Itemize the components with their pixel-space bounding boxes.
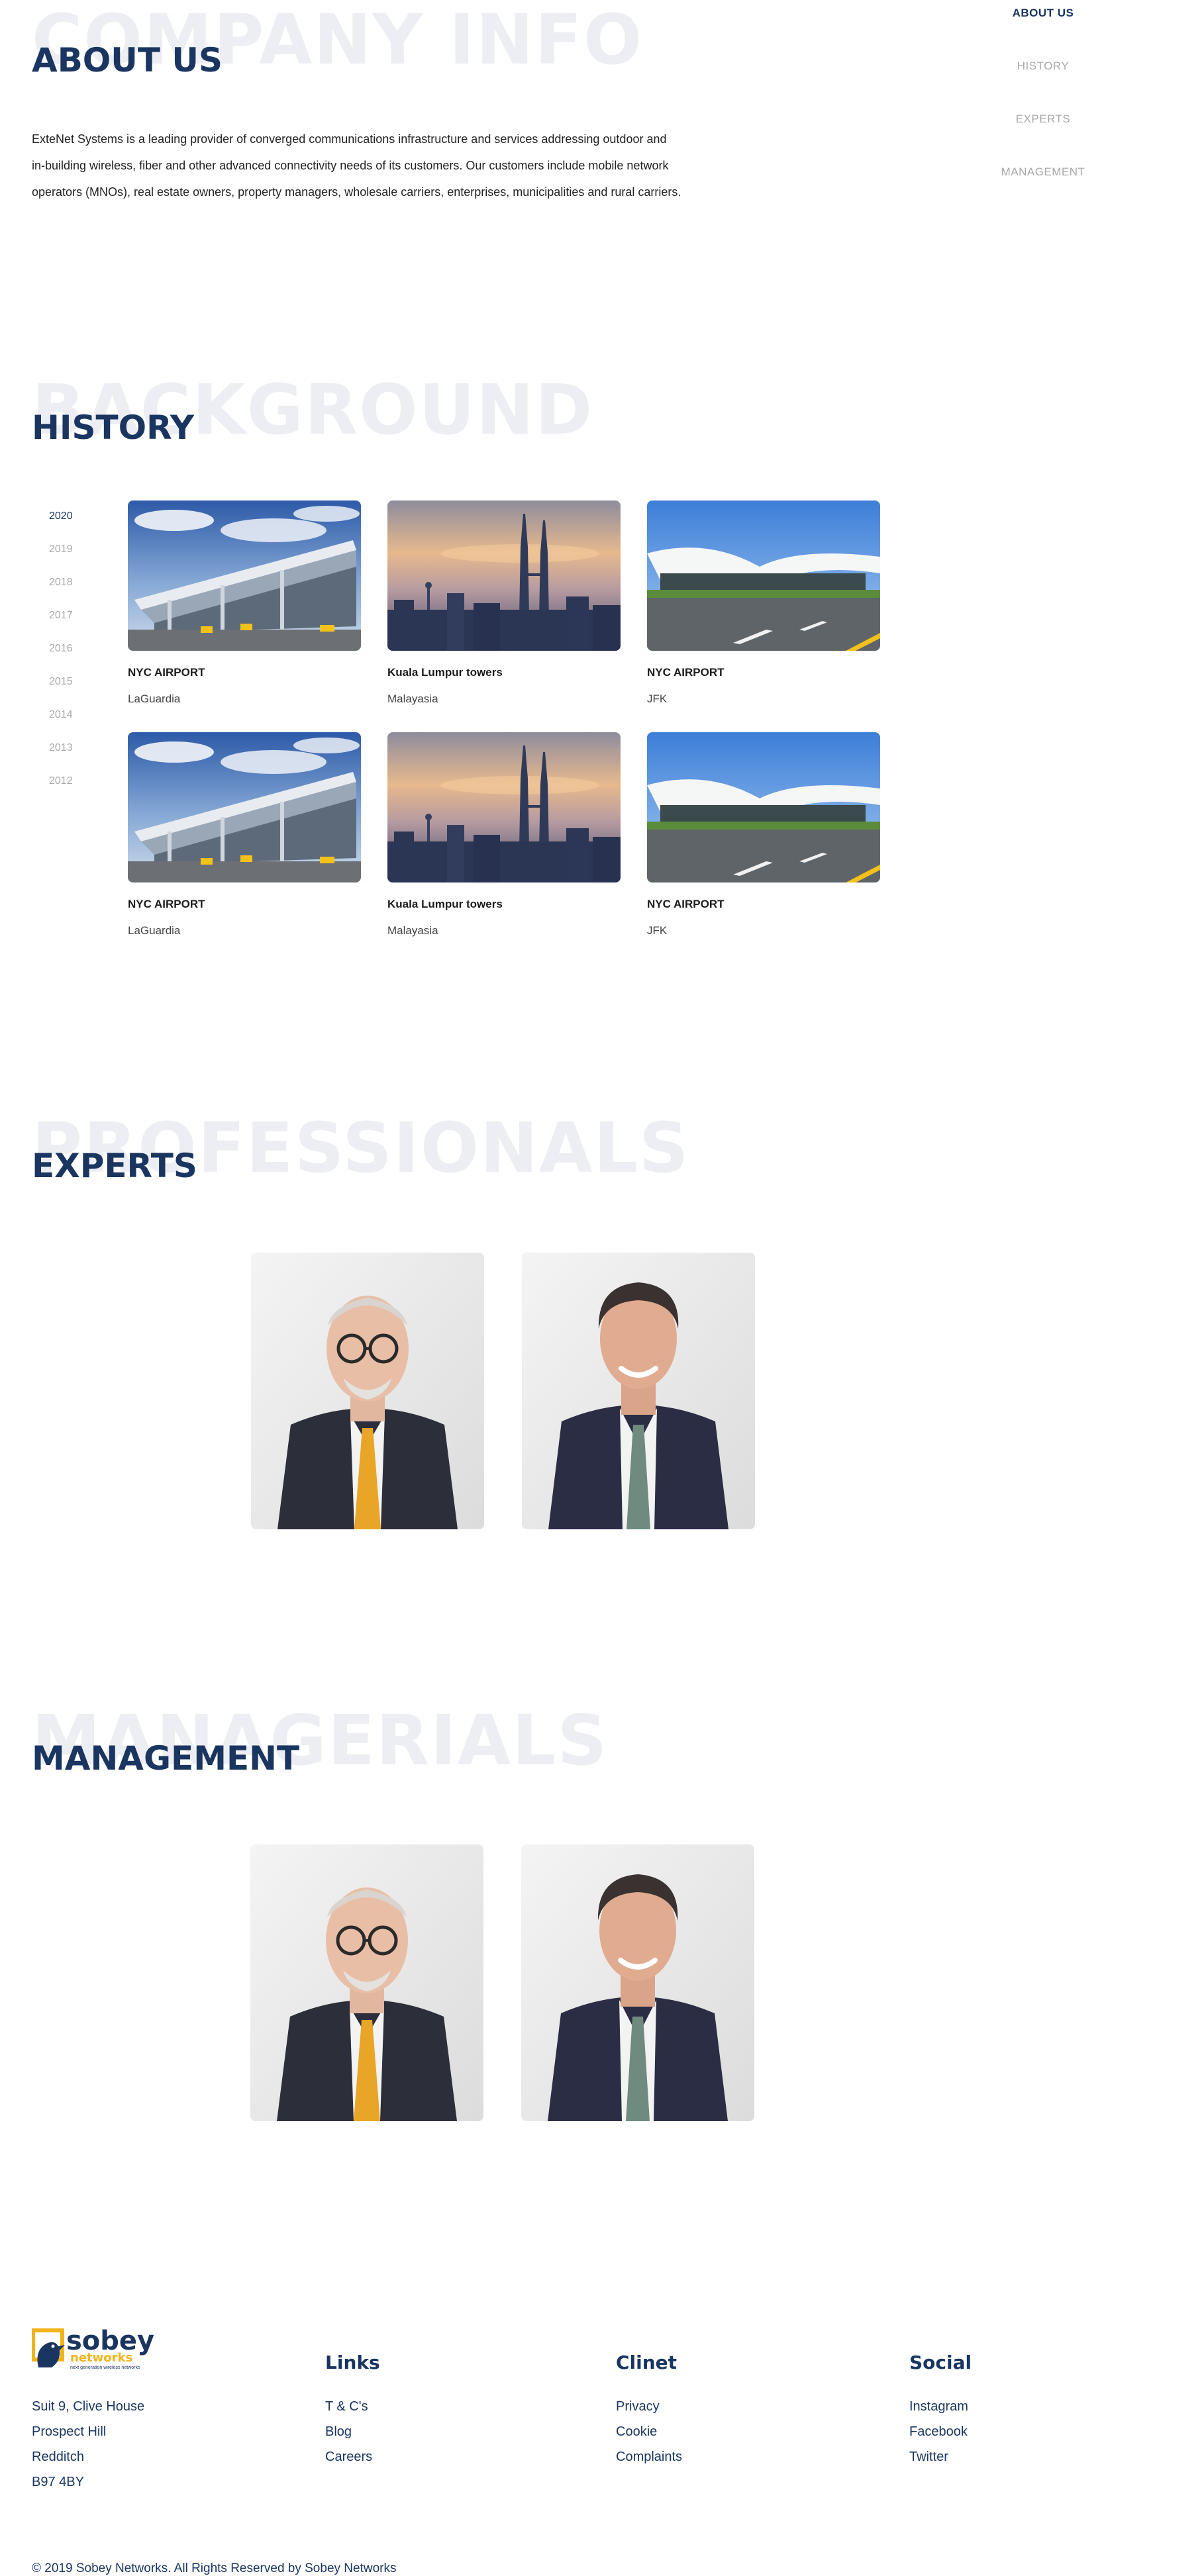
history-section: BACKGROUND HISTORY [32, 367, 893, 460]
footer-link-blog[interactable]: Blog [325, 2424, 352, 2440]
experts-heading: EXPERTS [32, 1147, 197, 1185]
nav-item-history[interactable]: HISTORY [980, 53, 1106, 106]
card-subtitle: Malayasia [387, 692, 438, 705]
airport-terminal-image [128, 732, 361, 883]
year-item[interactable]: 2013 [49, 735, 89, 768]
card-subtitle: Malayasia [387, 924, 438, 937]
year-item[interactable]: 2019 [49, 536, 89, 569]
history-heading: HISTORY [32, 408, 195, 447]
petronas-towers-image [387, 501, 621, 651]
card-title: Kuala Lumpur towers [387, 898, 503, 910]
year-item[interactable]: 2018 [49, 569, 89, 602]
petronas-towers-image [387, 732, 621, 883]
about-line: operators (MNOs), real estate owners, pr… [32, 185, 681, 199]
history-card[interactable]: Kuala Lumpur towers Malayasia [387, 501, 621, 705]
logo-mark-icon [32, 2328, 65, 2367]
year-item[interactable]: 2014 [49, 702, 89, 735]
footer-link-cookie[interactable]: Cookie [616, 2424, 657, 2440]
about-line: ExteNet Systems is a leading provider of… [32, 132, 667, 146]
logo-tagline: next generation wireless networks [70, 2365, 140, 2370]
history-card[interactable]: Kuala Lumpur towers Malayasia [387, 732, 621, 937]
nav-item-management[interactable]: MANAGEMENT [980, 159, 1106, 212]
section-nav: ABOUT US HISTORY EXPERTS MANAGEMENT [980, 0, 1106, 212]
airport-terminal-image [128, 501, 361, 651]
address-line: Suit 9, Clive House [32, 2399, 145, 2414]
card-title: Kuala Lumpur towers [387, 666, 503, 679]
management-section: MANAGERIALS MANAGEMENT [32, 1698, 893, 1791]
manager-portrait-younger-man[interactable] [521, 1844, 754, 2121]
year-item[interactable]: 2020 [49, 503, 89, 536]
history-card[interactable]: NYC AIRPORT LaGuardia [128, 732, 361, 937]
address-line: Prospect Hill [32, 2424, 107, 2439]
twa-terminal-image [647, 732, 880, 883]
card-subtitle: JFK [647, 924, 668, 937]
footer-client-title: Clinet [616, 2352, 677, 2373]
card-title: NYC AIRPORT [647, 666, 725, 679]
footer-link-terms[interactable]: T & C's [325, 2399, 368, 2414]
about-heading: ABOUT US [32, 41, 223, 79]
management-heading: MANAGEMENT [32, 1739, 300, 1778]
footer-link-careers[interactable]: Careers [325, 2450, 372, 2465]
about-text: ExteNet Systems is a leading provider of… [32, 126, 734, 205]
card-subtitle: LaGuardia [128, 692, 181, 705]
address-line: B97 4BY [32, 2475, 84, 2489]
footer-link-privacy[interactable]: Privacy [616, 2399, 660, 2414]
sobey-networks-logo[interactable]: sobey networks next generation wireless … [32, 2326, 158, 2373]
card-subtitle: JFK [647, 692, 668, 705]
history-card[interactable]: NYC AIRPORT JFK [647, 732, 880, 937]
nav-item-experts[interactable]: EXPERTS [980, 106, 1106, 159]
footer-links-title: Links [325, 2352, 380, 2373]
card-subtitle: LaGuardia [128, 924, 181, 937]
copyright: © 2019 Sobey Networks. All Rights Reserv… [32, 2561, 397, 2575]
expert-portrait-older-man[interactable] [251, 1253, 484, 1529]
footer-link-complaints[interactable]: Complaints [616, 2450, 682, 2465]
card-title: NYC AIRPORT [128, 898, 205, 910]
address-line: Redditch [32, 2450, 84, 2464]
year-item[interactable]: 2012 [49, 768, 89, 801]
card-title: NYC AIRPORT [647, 898, 725, 910]
year-item[interactable]: 2017 [49, 602, 89, 636]
footer-link-instagram[interactable]: Instagram [909, 2399, 968, 2414]
footer-link-facebook[interactable]: Facebook [909, 2424, 968, 2440]
year-item[interactable]: 2016 [49, 636, 89, 669]
about-section: COMPANY INFO ABOUT US ExteNet Systems is… [32, 0, 827, 225]
expert-portrait-younger-man[interactable] [522, 1253, 755, 1529]
year-list: 2020 2019 2018 2017 2016 2015 2014 2013 … [49, 503, 89, 801]
year-item[interactable]: 2015 [49, 669, 89, 702]
footer-link-twitter[interactable]: Twitter [909, 2450, 948, 2465]
history-card[interactable]: NYC AIRPORT JFK [647, 501, 880, 705]
logo-sub: networks [70, 2351, 133, 2365]
footer: sobey networks next generation wireless … [0, 2317, 1204, 2576]
history-card[interactable]: NYC AIRPORT LaGuardia [128, 501, 361, 705]
experts-section: PROFESSIONALS EXPERTS [32, 1106, 893, 1198]
twa-terminal-image [647, 501, 880, 651]
about-line: in-building wireless, fiber and other ad… [32, 159, 669, 172]
card-title: NYC AIRPORT [128, 666, 205, 679]
nav-item-about-us[interactable]: ABOUT US [980, 0, 1106, 53]
manager-portrait-older-man[interactable] [250, 1844, 483, 2121]
footer-social-title: Social [909, 2352, 972, 2373]
